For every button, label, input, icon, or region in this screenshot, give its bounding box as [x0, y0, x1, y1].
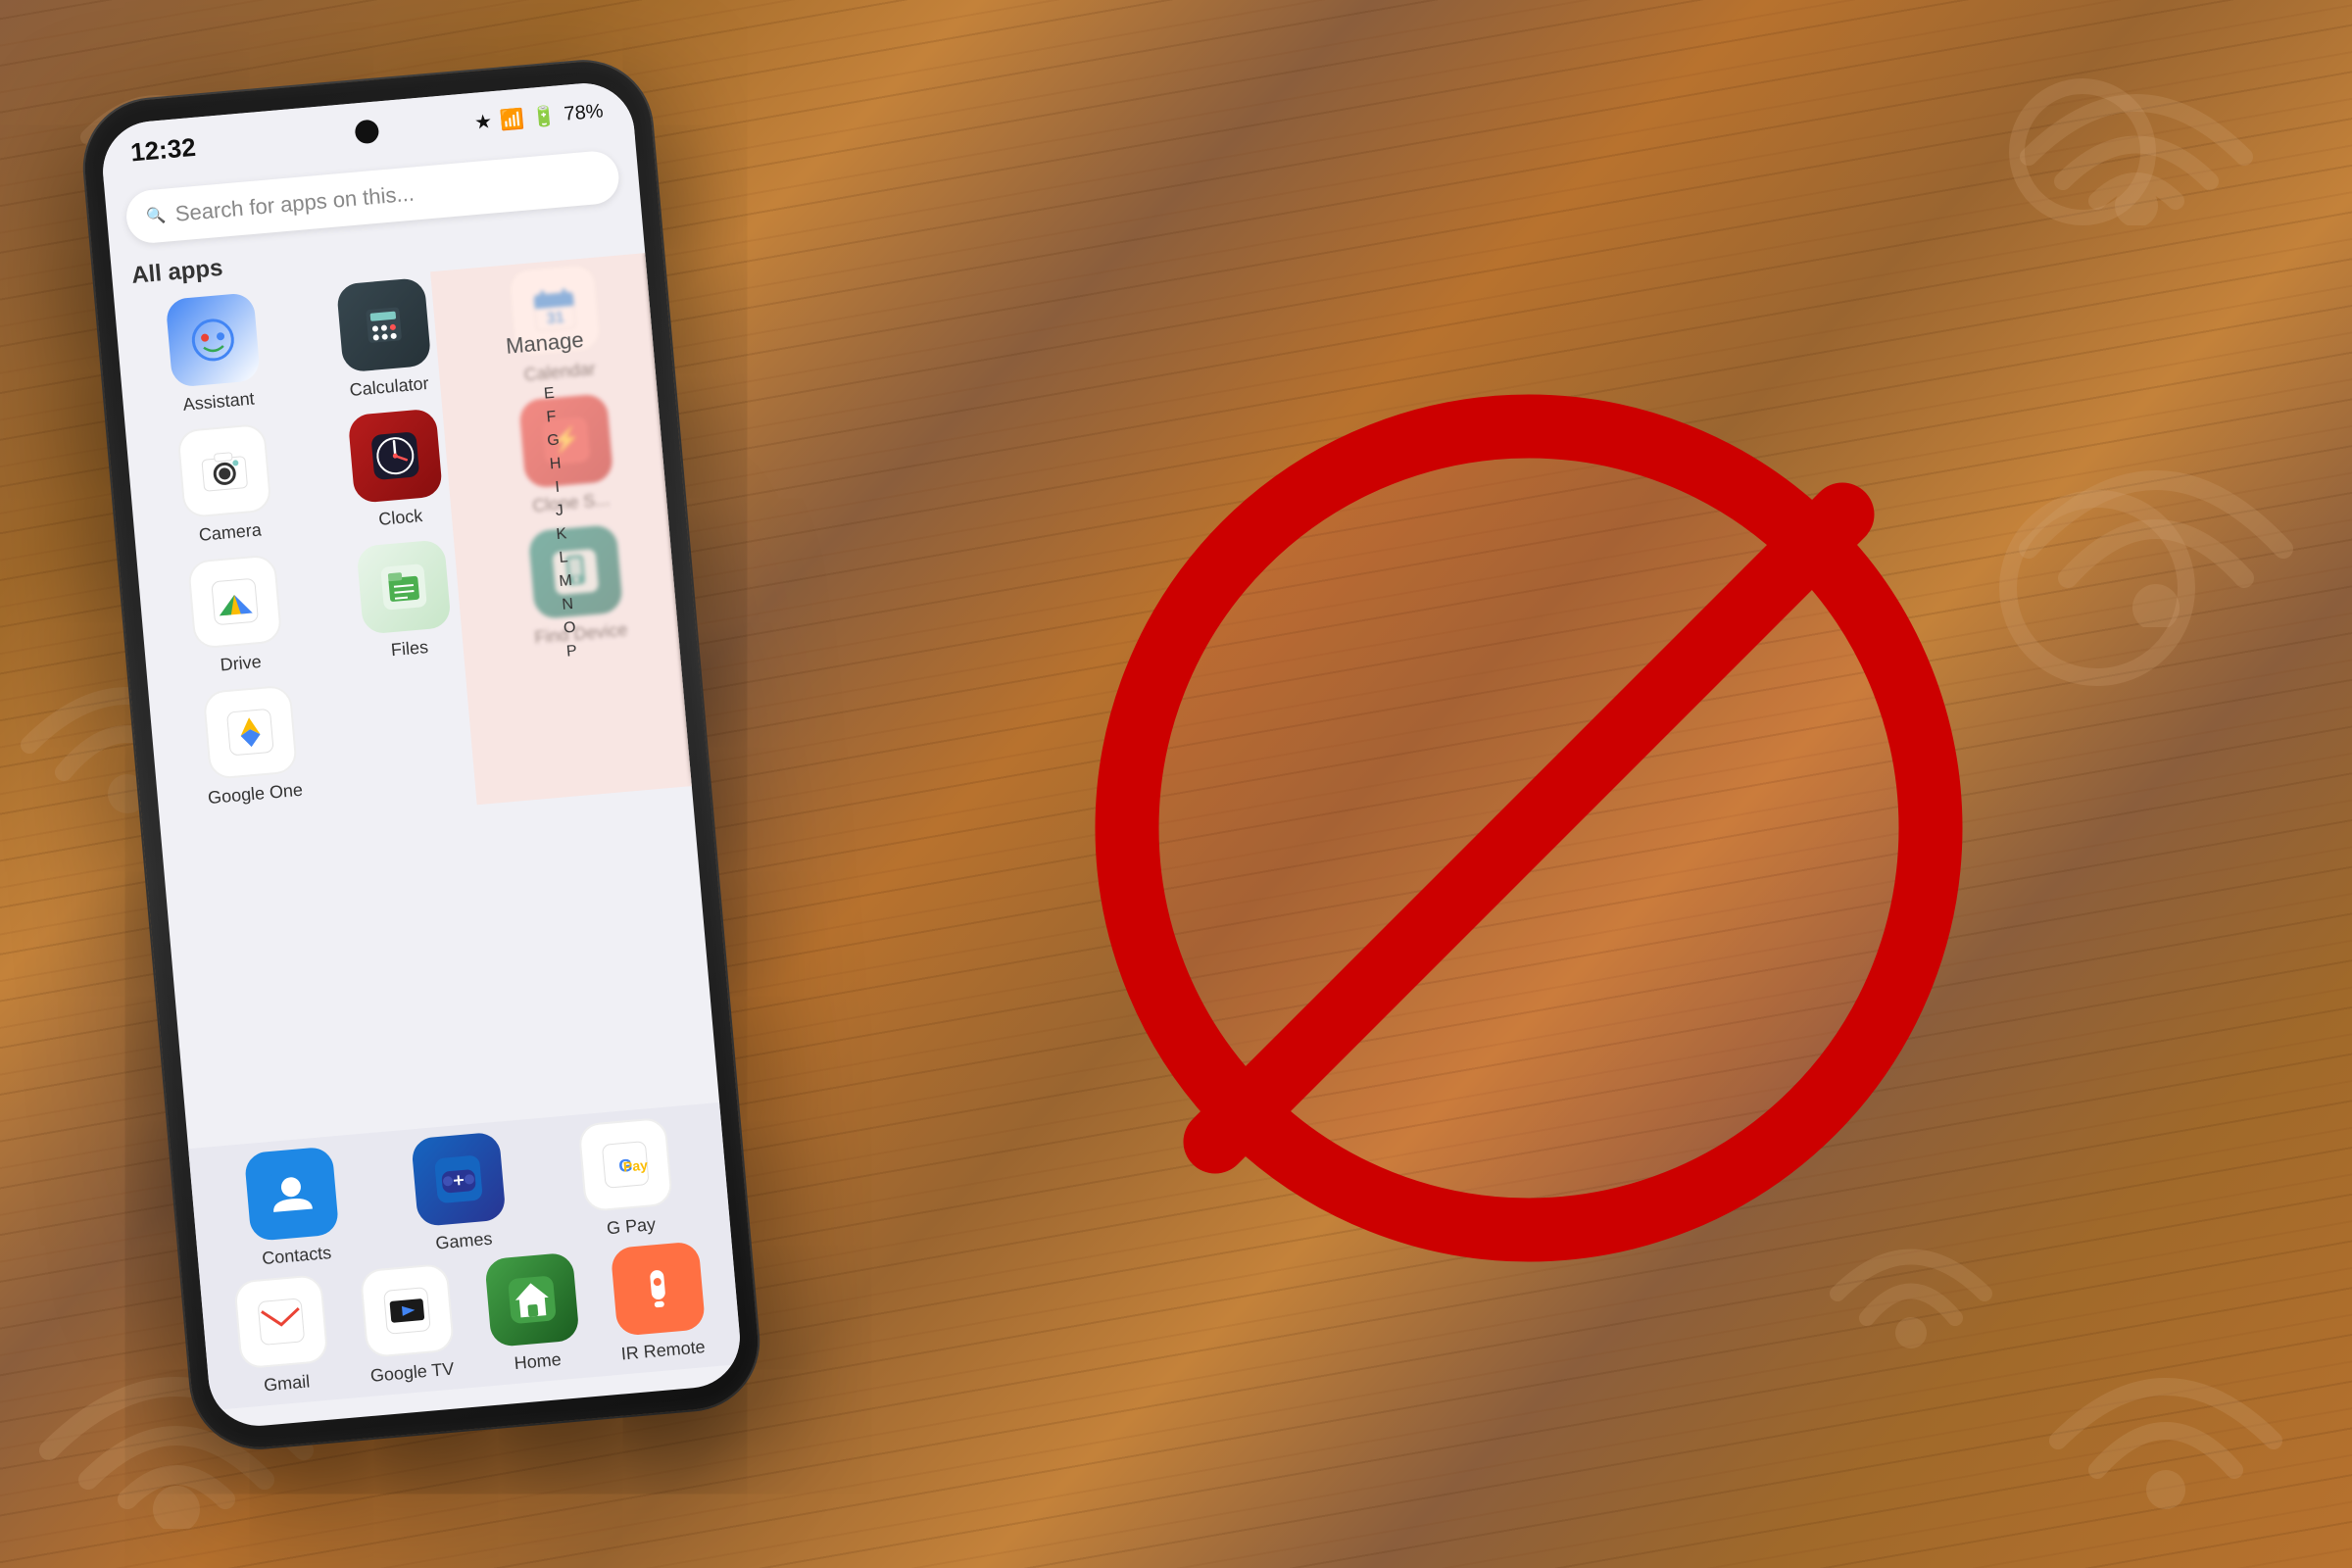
app-label-googleone: Google One [207, 780, 304, 808]
app-label-assistant: Assistant [182, 389, 256, 416]
prohibited-svg [1088, 387, 1970, 1269]
app-item-clock[interactable]: Clock [348, 408, 446, 531]
search-placeholder-text: Search for apps on this... [174, 181, 416, 227]
app-item-home[interactable]: Home [484, 1252, 582, 1376]
camera-notch [354, 119, 379, 144]
app-icon-googleone [202, 684, 298, 780]
app-icon-camera [177, 423, 273, 519]
app-item-gmail[interactable]: Gmail [233, 1274, 331, 1397]
alpha-G: G [547, 432, 561, 451]
search-icon: 🔍 [145, 206, 167, 227]
alphabet-list: E F G H I J K L M N O P [440, 367, 680, 680]
svg-text:Pay: Pay [623, 1156, 649, 1174]
app-item-games[interactable]: Games [411, 1132, 509, 1255]
app-label-games: Games [435, 1229, 494, 1254]
app-icon-gtv [359, 1263, 455, 1359]
app-label-drive: Drive [220, 652, 263, 676]
app-icon-files [357, 539, 453, 635]
status-icons: ★ 📶 🔋 78% [473, 99, 604, 134]
alpha-K: K [556, 525, 567, 544]
app-label-home: Home [514, 1349, 563, 1374]
bluetooth-icon: ★ [473, 109, 493, 134]
app-icon-assistant [166, 292, 262, 388]
alpha-N: N [562, 596, 574, 614]
app-item-gtv[interactable]: Google TV [359, 1263, 457, 1387]
app-label-gtv: Google TV [369, 1359, 455, 1387]
app-item-files[interactable]: Files [357, 539, 455, 662]
app-icon-calculator [336, 277, 432, 373]
app-item-irremote[interactable]: IR Remote [610, 1241, 708, 1364]
app-label-gpay: G Pay [606, 1214, 657, 1239]
alpha-J: J [555, 502, 564, 520]
alpha-L: L [559, 549, 568, 567]
wifi-icon-bottom-right [2038, 1313, 2293, 1509]
app-icon-irremote [610, 1241, 706, 1337]
app-label-files: Files [390, 637, 429, 661]
app-icon-gpay: GPay [578, 1117, 674, 1213]
app-item-gpay[interactable]: GPay G Pay [578, 1117, 676, 1241]
alpha-I: I [555, 479, 561, 497]
circle-decoration-tr [2009, 78, 2156, 225]
prohibited-sign [1088, 387, 1970, 1269]
alpha-P: P [565, 643, 577, 662]
alpha-F: F [546, 409, 557, 427]
alpha-H: H [549, 455, 562, 473]
app-icon-drive [187, 554, 283, 650]
app-label-irremote: IR Remote [620, 1337, 707, 1364]
status-time: 12:32 [129, 131, 197, 168]
app-icon-games [411, 1132, 507, 1228]
app-item-calculator[interactable]: Calculator [336, 277, 434, 401]
phone-screen: 12:32 ★ 📶 🔋 78% 🔍 Search for apps on thi… [99, 79, 744, 1430]
app-icon-gmail [233, 1274, 329, 1370]
battery-percent: 78% [564, 100, 605, 125]
app-icon-home [484, 1252, 580, 1348]
app-icon-clock [348, 408, 444, 504]
app-item-contacts[interactable]: Contacts [243, 1147, 341, 1270]
app-item-camera[interactable]: Camera [177, 423, 275, 547]
alpha-O: O [563, 619, 576, 638]
circle-decoration-mr [1999, 490, 2195, 686]
manage-label: Manage [430, 253, 655, 385]
app-item-drive[interactable]: Drive [187, 554, 285, 677]
phone-body: 12:32 ★ 📶 🔋 78% 🔍 Search for apps on thi… [79, 56, 763, 1452]
phone-device: 12:32 ★ 📶 🔋 78% 🔍 Search for apps on thi… [79, 56, 763, 1452]
manage-panel: Manage E F G H I J K L M N O P [430, 253, 692, 805]
alpha-E: E [543, 385, 555, 404]
app-label-gmail: Gmail [263, 1371, 311, 1396]
wifi-status-icon: 📶 [499, 106, 525, 132]
app-item-googleone[interactable]: Google One [199, 684, 304, 808]
app-label-clock: Clock [378, 506, 424, 530]
alpha-M: M [559, 572, 573, 591]
app-label-camera: Camera [198, 519, 263, 546]
battery-icon: 🔋 [531, 103, 558, 129]
app-label-calculator: Calculator [349, 373, 430, 401]
app-label-contacts: Contacts [261, 1243, 332, 1269]
app-item-assistant[interactable]: Assistant [166, 292, 264, 416]
app-icon-contacts [243, 1147, 339, 1243]
